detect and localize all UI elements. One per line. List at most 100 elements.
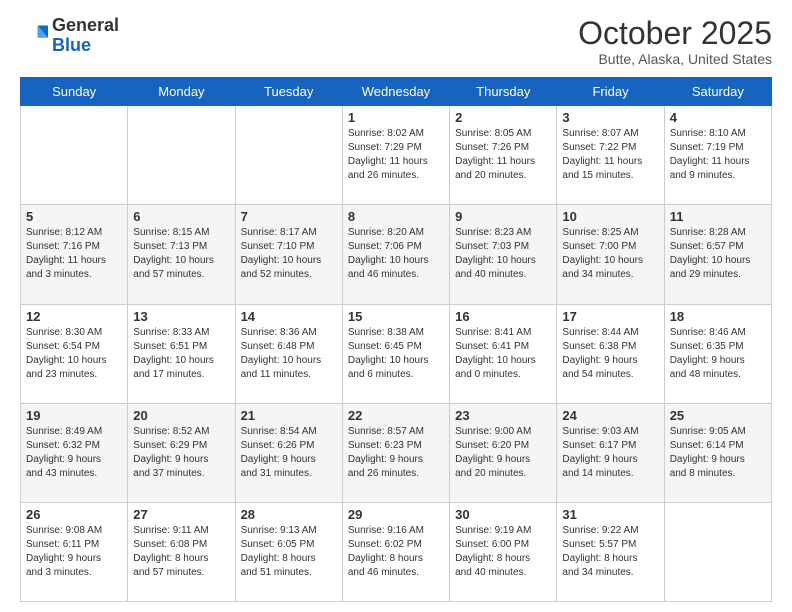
- day-number: 3: [562, 110, 658, 125]
- title-area: October 2025 Butte, Alaska, United State…: [578, 16, 772, 67]
- day-number: 7: [241, 209, 337, 224]
- day-info: Sunrise: 9:13 AM Sunset: 6:05 PM Dayligh…: [241, 524, 337, 580]
- day-info: Sunrise: 8:49 AM Sunset: 6:32 PM Dayligh…: [26, 425, 122, 481]
- logo-text: General Blue: [52, 16, 119, 56]
- day-number: 28: [241, 507, 337, 522]
- calendar-week-3: 12 Sunrise: 8:30 AM Sunset: 6:54 PM Dayli…: [21, 304, 772, 403]
- day-number: 6: [133, 209, 229, 224]
- calendar-cell: 13Sunrise: 8:33 AM Sunset: 6:51 PM Dayli…: [128, 304, 235, 403]
- calendar-cell: 10 Sunrise: 8:25 AM Sunset: 7:00 PM Dayli…: [557, 205, 664, 304]
- day-number: 19: [26, 408, 122, 423]
- day-info: Sunrise: 9:11 AM Sunset: 6:08 PM Dayligh…: [133, 524, 229, 580]
- calendar-cell: 12 Sunrise: 8:30 AM Sunset: 6:54 PM Dayli…: [21, 304, 128, 403]
- month-title: October 2025: [578, 16, 772, 51]
- day-header-monday: Monday: [128, 78, 235, 106]
- day-number: 11: [670, 209, 766, 224]
- day-number: 17: [562, 309, 658, 324]
- day-number: 25: [670, 408, 766, 423]
- day-info: Sunrise: 8:57 AM Sunset: 6:23 PM Dayligh…: [348, 425, 444, 481]
- location: Butte, Alaska, United States: [578, 51, 772, 67]
- day-number: 22: [348, 408, 444, 423]
- calendar-week-2: 5 Sunrise: 8:12 AM Sunset: 7:16 PM Daylig…: [21, 205, 772, 304]
- day-info: Sunrise: 8:36 AM Sunset: 6:48 PM Dayligh…: [241, 326, 337, 382]
- day-info: Sunrise: 8:46 AM Sunset: 6:35 PM Dayligh…: [670, 326, 766, 382]
- day-number: 1: [348, 110, 444, 125]
- day-header-thursday: Thursday: [450, 78, 557, 106]
- day-info: Sunrise: 9:08 AM Sunset: 6:11 PM Dayligh…: [26, 524, 122, 580]
- day-number: 29: [348, 507, 444, 522]
- calendar-cell: 3Sunrise: 8:07 AM Sunset: 7:22 PM Daylig…: [557, 106, 664, 205]
- day-number: 15: [348, 309, 444, 324]
- day-number: 12: [26, 309, 122, 324]
- day-info: Sunrise: 8:30 AM Sunset: 6:54 PM Dayligh…: [26, 326, 122, 382]
- page: General Blue October 2025 Butte, Alaska,…: [0, 0, 792, 612]
- header: General Blue October 2025 Butte, Alaska,…: [20, 16, 772, 67]
- day-info: Sunrise: 8:28 AM Sunset: 6:57 PM Dayligh…: [670, 226, 766, 282]
- calendar-cell: 18Sunrise: 8:46 AM Sunset: 6:35 PM Dayli…: [664, 304, 771, 403]
- calendar-cell: 11 Sunrise: 8:28 AM Sunset: 6:57 PM Dayli…: [664, 205, 771, 304]
- calendar-cell: 6 Sunrise: 8:15 AM Sunset: 7:13 PM Daylig…: [128, 205, 235, 304]
- calendar-cell: 2 Sunrise: 8:05 AM Sunset: 7:26 PM Daylig…: [450, 106, 557, 205]
- day-info: Sunrise: 9:22 AM Sunset: 5:57 PM Dayligh…: [562, 524, 658, 580]
- day-info: Sunrise: 8:20 AM Sunset: 7:06 PM Dayligh…: [348, 226, 444, 282]
- calendar-cell: 23 Sunrise: 9:00 AM Sunset: 6:20 PM Dayli…: [450, 403, 557, 502]
- day-header-wednesday: Wednesday: [342, 78, 449, 106]
- day-number: 4: [670, 110, 766, 125]
- calendar-cell: 26 Sunrise: 9:08 AM Sunset: 6:11 PM Dayli…: [21, 502, 128, 601]
- logo-blue: Blue: [52, 35, 91, 55]
- day-info: Sunrise: 8:41 AM Sunset: 6:41 PM Dayligh…: [455, 326, 551, 382]
- day-info: Sunrise: 8:23 AM Sunset: 7:03 PM Dayligh…: [455, 226, 551, 282]
- day-info: Sunrise: 9:16 AM Sunset: 6:02 PM Dayligh…: [348, 524, 444, 580]
- calendar-cell: 5 Sunrise: 8:12 AM Sunset: 7:16 PM Daylig…: [21, 205, 128, 304]
- day-header-saturday: Saturday: [664, 78, 771, 106]
- day-number: 14: [241, 309, 337, 324]
- day-info: Sunrise: 8:10 AM Sunset: 7:19 PM Dayligh…: [670, 127, 766, 183]
- calendar-cell: 1Sunrise: 8:02 AM Sunset: 7:29 PM Daylig…: [342, 106, 449, 205]
- calendar-cell: [128, 106, 235, 205]
- day-info: Sunrise: 8:52 AM Sunset: 6:29 PM Dayligh…: [133, 425, 229, 481]
- calendar-cell: [21, 106, 128, 205]
- day-header-friday: Friday: [557, 78, 664, 106]
- day-header-sunday: Sunday: [21, 78, 128, 106]
- day-info: Sunrise: 9:03 AM Sunset: 6:17 PM Dayligh…: [562, 425, 658, 481]
- calendar-week-5: 26 Sunrise: 9:08 AM Sunset: 6:11 PM Dayli…: [21, 502, 772, 601]
- day-number: 20: [133, 408, 229, 423]
- day-info: Sunrise: 8:54 AM Sunset: 6:26 PM Dayligh…: [241, 425, 337, 481]
- day-info: Sunrise: 9:19 AM Sunset: 6:00 PM Dayligh…: [455, 524, 551, 580]
- calendar-header-row: SundayMondayTuesdayWednesdayThursdayFrid…: [21, 78, 772, 106]
- day-number: 24: [562, 408, 658, 423]
- day-number: 10: [562, 209, 658, 224]
- day-number: 23: [455, 408, 551, 423]
- day-number: 16: [455, 309, 551, 324]
- day-info: Sunrise: 8:15 AM Sunset: 7:13 PM Dayligh…: [133, 226, 229, 282]
- calendar-cell: 25Sunrise: 9:05 AM Sunset: 6:14 PM Dayli…: [664, 403, 771, 502]
- day-info: Sunrise: 8:25 AM Sunset: 7:00 PM Dayligh…: [562, 226, 658, 282]
- calendar-cell: 24 Sunrise: 9:03 AM Sunset: 6:17 PM Dayli…: [557, 403, 664, 502]
- calendar-cell: 31 Sunrise: 9:22 AM Sunset: 5:57 PM Dayli…: [557, 502, 664, 601]
- logo: General Blue: [20, 16, 119, 56]
- calendar-cell: 21Sunrise: 8:54 AM Sunset: 6:26 PM Dayli…: [235, 403, 342, 502]
- day-info: Sunrise: 9:00 AM Sunset: 6:20 PM Dayligh…: [455, 425, 551, 481]
- calendar-cell: 14 Sunrise: 8:36 AM Sunset: 6:48 PM Dayli…: [235, 304, 342, 403]
- logo-icon: [20, 22, 48, 50]
- calendar-cell: 19 Sunrise: 8:49 AM Sunset: 6:32 PM Dayli…: [21, 403, 128, 502]
- calendar-cell: 29 Sunrise: 9:16 AM Sunset: 6:02 PM Dayli…: [342, 502, 449, 601]
- day-info: Sunrise: 8:12 AM Sunset: 7:16 PM Dayligh…: [26, 226, 122, 282]
- logo-general: General: [52, 15, 119, 35]
- day-number: 5: [26, 209, 122, 224]
- calendar-table: SundayMondayTuesdayWednesdayThursdayFrid…: [20, 77, 772, 602]
- calendar-cell: 15Sunrise: 8:38 AM Sunset: 6:45 PM Dayli…: [342, 304, 449, 403]
- calendar-cell: 9 Sunrise: 8:23 AM Sunset: 7:03 PM Daylig…: [450, 205, 557, 304]
- calendar-cell: [664, 502, 771, 601]
- day-number: 30: [455, 507, 551, 522]
- day-info: Sunrise: 8:05 AM Sunset: 7:26 PM Dayligh…: [455, 127, 551, 183]
- day-number: 27: [133, 507, 229, 522]
- day-number: 8: [348, 209, 444, 224]
- calendar-week-1: 1Sunrise: 8:02 AM Sunset: 7:29 PM Daylig…: [21, 106, 772, 205]
- day-number: 9: [455, 209, 551, 224]
- day-number: 26: [26, 507, 122, 522]
- day-info: Sunrise: 8:44 AM Sunset: 6:38 PM Dayligh…: [562, 326, 658, 382]
- day-info: Sunrise: 8:33 AM Sunset: 6:51 PM Dayligh…: [133, 326, 229, 382]
- day-number: 31: [562, 507, 658, 522]
- day-number: 2: [455, 110, 551, 125]
